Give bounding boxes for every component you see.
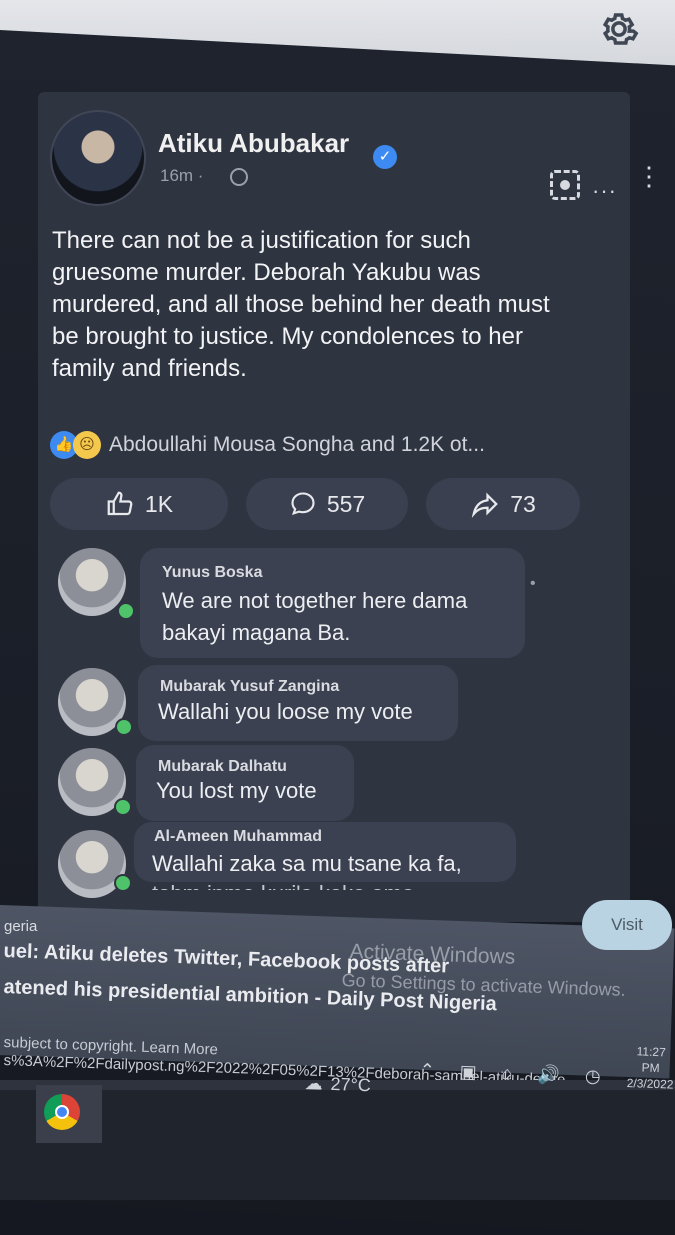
comment-count: 557 [326,490,366,517]
verified-icon: ✓ [373,145,397,169]
like-count: 1K [144,490,174,517]
online-status-icon [117,602,135,620]
share-icon [472,492,499,519]
comment-text: Wallahi you loose my vote [158,699,413,724]
weather-widget[interactable]: ☁ 27°C [304,1073,371,1096]
online-status-icon [114,874,132,892]
comment-text: We are not together here dama [162,588,468,613]
comment-text: tohm inma kuri'a kaka ama [152,878,414,890]
online-status-icon [114,798,132,816]
like-icon [107,491,133,516]
post-text: There can not be a justification for suc… [52,227,550,382]
comment-text: bakayi magana Ba. [162,620,351,645]
clock-time: 11:27 PM [636,1044,667,1076]
commenter-name[interactable]: Al-Ameen Muhammad [154,828,322,846]
sad-reaction-icon: ☹ [73,431,101,459]
taskbar-clock[interactable]: 11:27 PM 2/3/2022 [626,1043,675,1093]
share-button[interactable]: 73 [426,478,580,530]
chrome-icon [44,1094,80,1130]
commenter-name[interactable]: Mubarak Yusuf Zangina [160,678,339,696]
reactions-text: Abdoullahi Mousa Songha and 1.2K ot... [109,433,485,456]
clock-date: 2/3/2022 [626,1075,674,1092]
comment-button[interactable]: 557 [246,478,408,530]
globe-icon [230,168,248,186]
share-count: 73 [510,490,536,517]
weather-icon: ☁ [304,1073,323,1094]
comment-text: You lost my vote [156,778,317,803]
author-avatar[interactable] [50,110,146,206]
online-status-icon [115,718,133,736]
like-button[interactable]: 1K [50,478,228,530]
more-icon[interactable]: ··· [592,178,617,204]
kebab-menu-icon[interactable]: ⋮ [636,163,662,189]
author-name[interactable]: Atiku Abubakar [158,128,349,159]
comment-avatar[interactable] [58,548,126,616]
reactions-summary[interactable]: 👍 ☹ Abdoullahi Mousa Songha and 1.2K ot.… [50,428,485,462]
post-time[interactable]: 16m · [160,166,203,186]
gear-icon[interactable] [598,8,640,50]
comment-more-icon[interactable]: • [530,575,536,593]
comment-icon [291,492,315,515]
commenter-name[interactable]: Yunus Boska [162,564,262,582]
commenter-name[interactable]: Mubarak Dalhatu [158,758,287,776]
temperature: 27°C [330,1073,372,1096]
source-name: geria [4,918,38,935]
visit-button[interactable]: Visit [582,900,672,950]
comment-text: Wallahi zaka sa mu tsane ka fa, [152,851,462,876]
screenshot-icon[interactable] [550,170,580,200]
